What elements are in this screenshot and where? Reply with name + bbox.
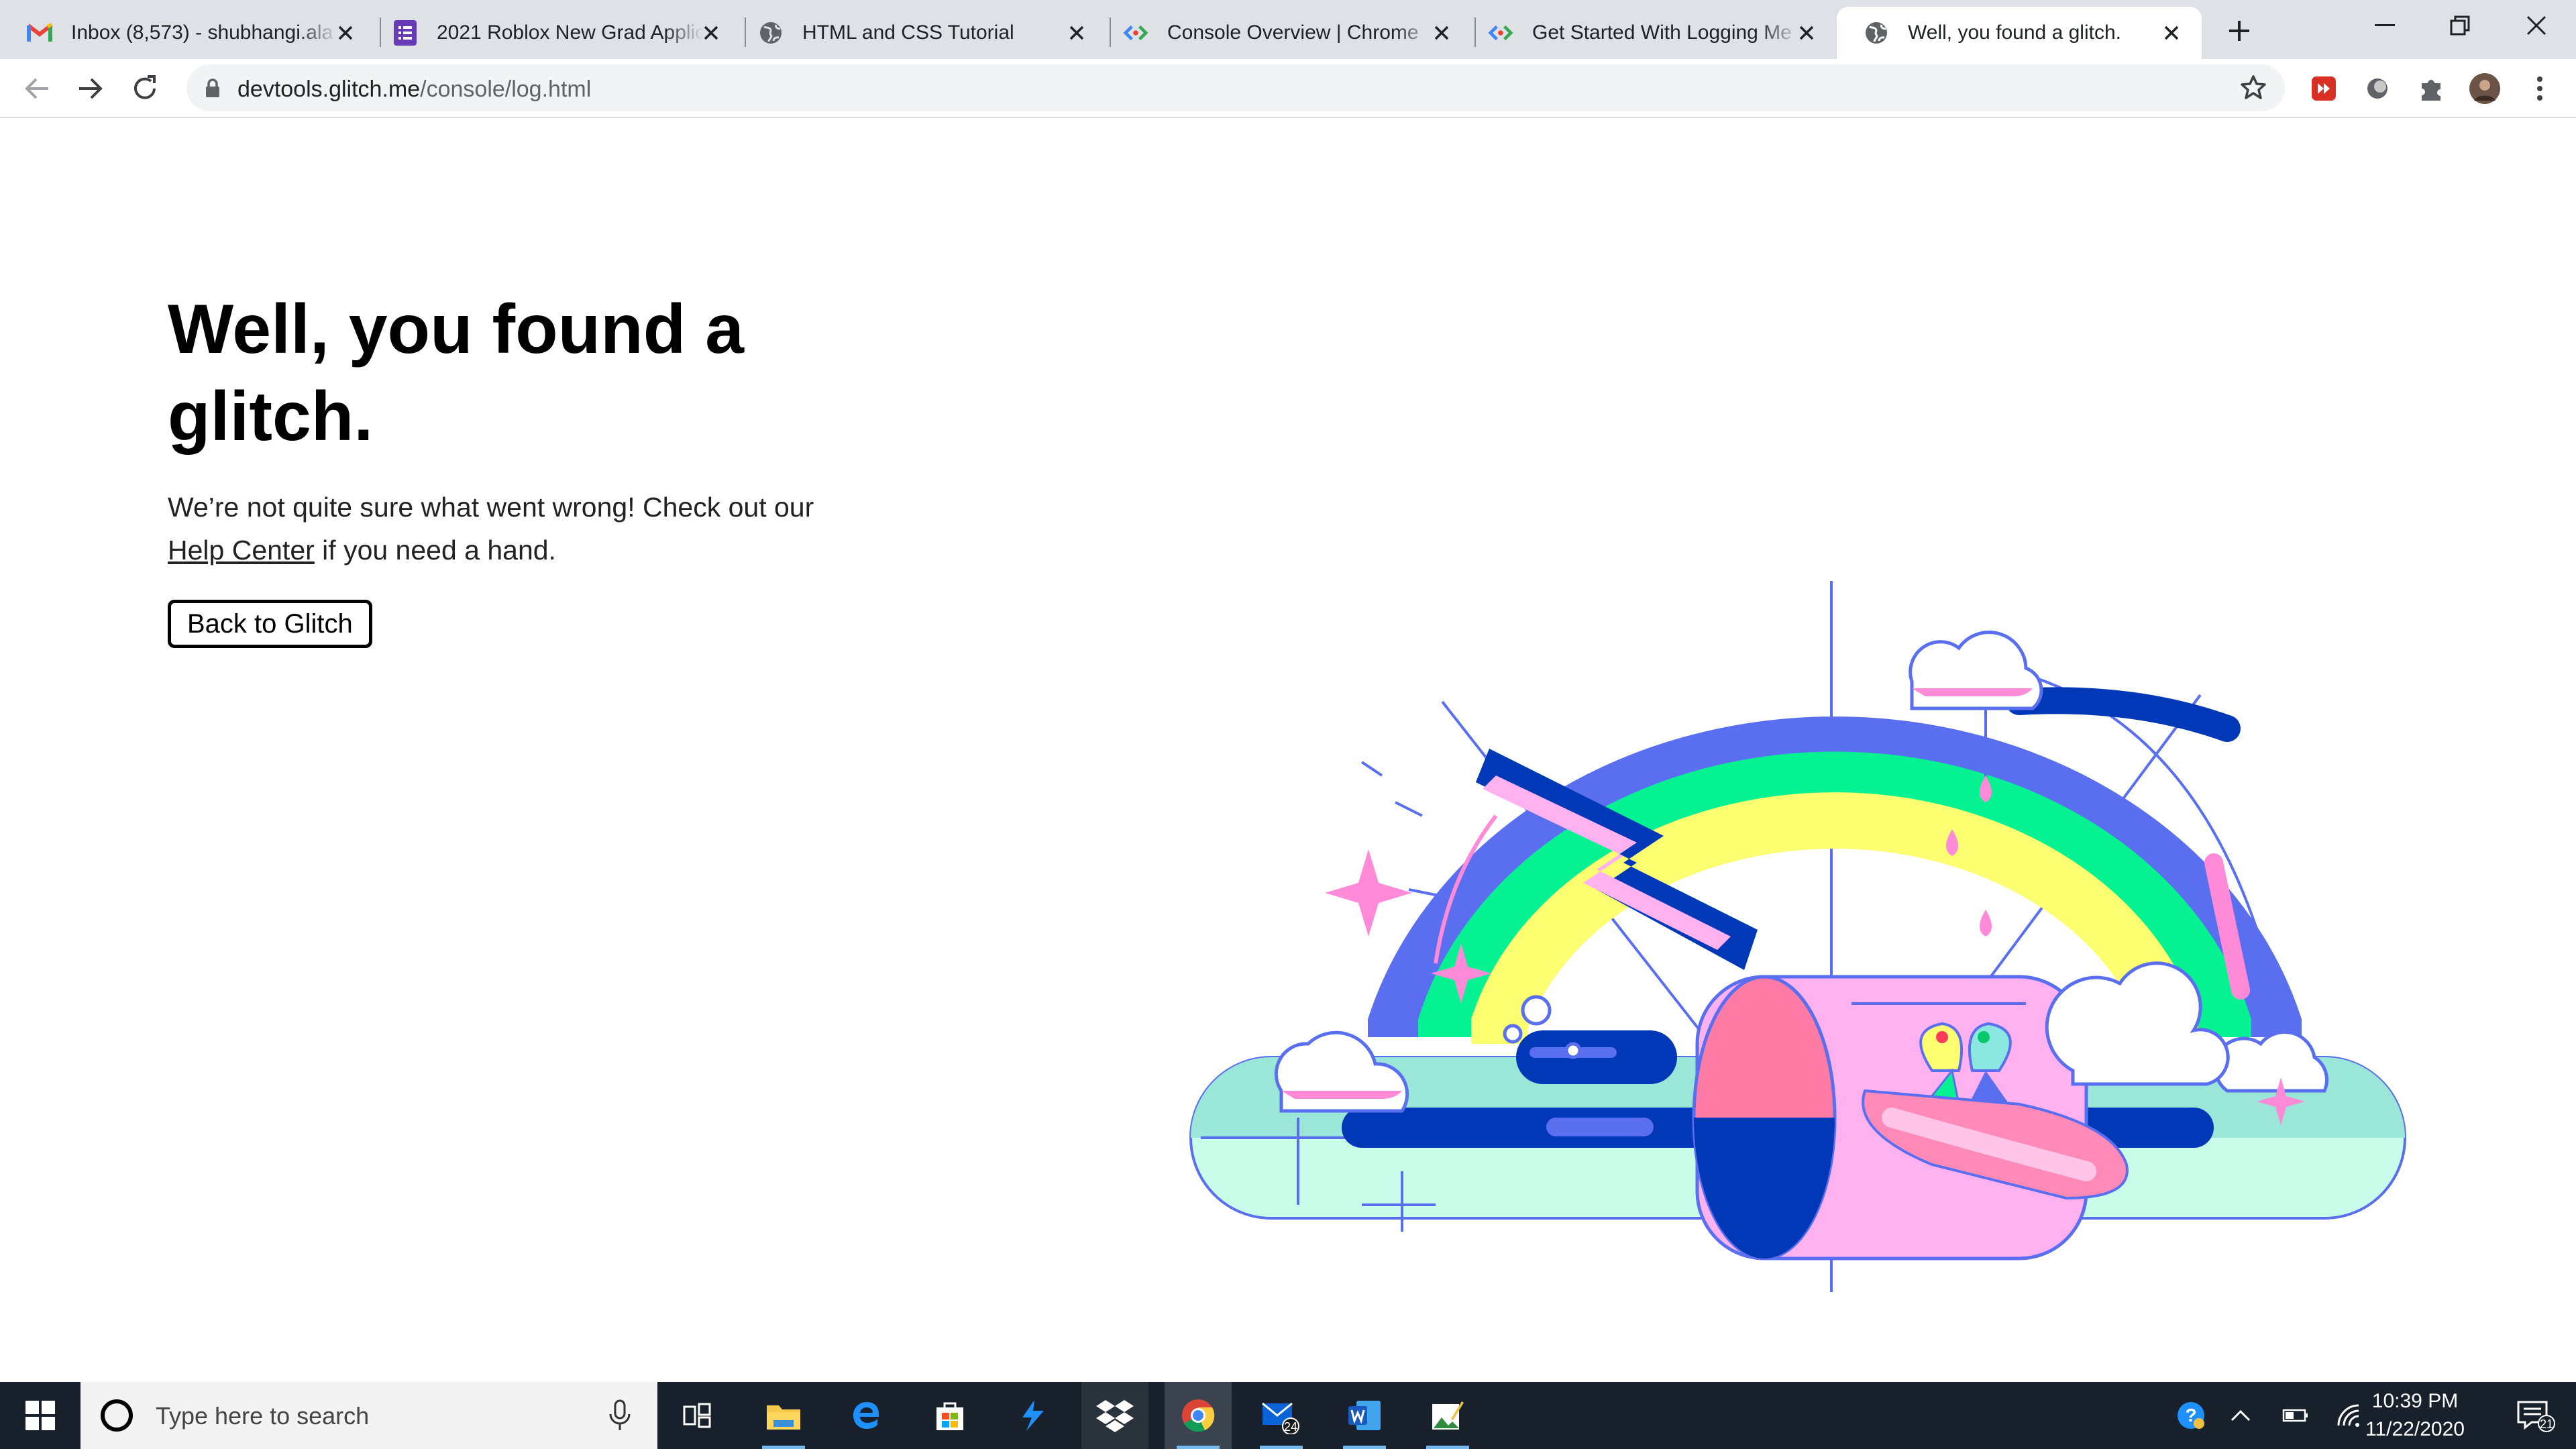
- restore-button[interactable]: [2423, 0, 2497, 51]
- help-center-link[interactable]: Help Center: [168, 535, 315, 566]
- help-icon[interactable]: ?: [2171, 1382, 2211, 1449]
- tab-title: Inbox (8,573) - shubhangi.ala: [71, 21, 333, 44]
- image-editor-icon[interactable]: [1414, 1382, 1481, 1449]
- page-content: Well, you found a glitch. We’re not quit…: [0, 118, 2576, 1382]
- back-arrow-icon[interactable]: [19, 71, 54, 106]
- error-message: We’re not quite sure what went wrong! Ch…: [168, 486, 839, 572]
- reload-icon[interactable]: [127, 71, 162, 106]
- clock-date: 11/22/2020: [2365, 1418, 2465, 1440]
- message-text: We’re not quite sure what went wrong! Ch…: [168, 492, 814, 523]
- chrome-icon[interactable]: [1165, 1382, 1232, 1449]
- taskbar-clock[interactable]: 10:39 PM 11/22/2020: [2361, 1387, 2469, 1444]
- tab-title: Well, you found a glitch.: [1908, 21, 2121, 44]
- media-extension-icon[interactable]: [2306, 71, 2341, 106]
- microphone-icon[interactable]: [606, 1399, 633, 1432]
- close-icon[interactable]: [333, 20, 358, 46]
- close-icon[interactable]: [1429, 20, 1454, 46]
- microsoft-store-icon[interactable]: [916, 1382, 983, 1449]
- active-app-indicator: [762, 1446, 805, 1449]
- tab-title: 2021 Roblox New Grad Applic: [437, 21, 704, 44]
- more-menu-icon[interactable]: [2522, 71, 2557, 106]
- close-icon[interactable]: [698, 20, 724, 46]
- url-path: /console/log.html: [420, 76, 592, 102]
- chevron-up-icon[interactable]: [2220, 1382, 2261, 1449]
- browser-toolbar: devtools.glitch.me/console/log.html: [0, 59, 2576, 118]
- url-host: devtools.glitch.me: [237, 76, 421, 102]
- globe-icon: [1864, 20, 1889, 46]
- notification-center-icon[interactable]: 21: [2502, 1382, 2569, 1449]
- devtools-icon: [1123, 20, 1148, 46]
- close-icon[interactable]: [1794, 20, 1819, 46]
- tab-title: Get Started With Logging Me: [1532, 21, 1792, 44]
- tab-logging-messages[interactable]: Get Started With Logging Me: [1461, 7, 1837, 59]
- battery-icon[interactable]: [2275, 1382, 2316, 1449]
- tab-gmail[interactable]: Inbox (8,573) - shubhangi.ala: [0, 7, 376, 59]
- search-placeholder: Type here to search: [156, 1402, 370, 1430]
- profile-avatar[interactable]: [2467, 71, 2502, 106]
- tab-html-css-tutorial[interactable]: HTML and CSS Tutorial: [731, 7, 1107, 59]
- dropbox-icon[interactable]: [1081, 1382, 1148, 1449]
- active-app-indicator: [1343, 1446, 1386, 1449]
- browser-tab-strip: Inbox (8,573) - shubhangi.ala 2021 Roblo…: [0, 0, 2576, 59]
- active-app-indicator: [1426, 1446, 1469, 1449]
- extensions-puzzle-icon[interactable]: [2414, 71, 2449, 106]
- windows-start-icon[interactable]: [0, 1382, 80, 1449]
- notification-badge: 21: [2540, 1417, 2553, 1431]
- active-app-indicator: [1177, 1446, 1220, 1449]
- close-window-button[interactable]: [2500, 0, 2573, 51]
- visual-studio-icon[interactable]: [1000, 1382, 1067, 1449]
- globe-icon: [758, 20, 784, 46]
- active-app-indicator: [1260, 1446, 1303, 1449]
- close-icon[interactable]: [1064, 20, 1089, 46]
- windows-taskbar: Type here to search 24 ? 10:39 PM 11/22/…: [0, 1382, 2576, 1449]
- mail-icon[interactable]: 24: [1248, 1382, 1315, 1449]
- task-view-icon[interactable]: [671, 1382, 724, 1449]
- minimize-button[interactable]: [2348, 0, 2422, 51]
- address-bar[interactable]: devtools.glitch.me/console/log.html: [186, 64, 2285, 111]
- forward-arrow-icon[interactable]: [74, 71, 109, 106]
- mail-badge: 24: [1284, 1420, 1297, 1434]
- new-tab-button[interactable]: [2222, 13, 2257, 48]
- tab-title: Console Overview | Chrome: [1167, 21, 1419, 44]
- bookmark-star-icon[interactable]: [2239, 74, 2267, 102]
- cortana-icon: [101, 1399, 133, 1432]
- taskbar-search-box[interactable]: Type here to search: [80, 1382, 657, 1449]
- back-to-glitch-button[interactable]: Back to Glitch: [168, 600, 372, 648]
- glitch-illustration: [1189, 581, 2406, 1292]
- address-url: devtools.glitch.me/console/log.html: [237, 76, 591, 103]
- file-explorer-icon[interactable]: [750, 1382, 817, 1449]
- word-icon[interactable]: [1331, 1382, 1398, 1449]
- message-text: if you need a hand.: [314, 535, 556, 566]
- clock-time: 10:39 PM: [2371, 1390, 2459, 1412]
- forms-icon: [392, 20, 418, 46]
- tab-glitch-error[interactable]: Well, you found a glitch.: [1837, 7, 2202, 59]
- gmail-icon: [27, 20, 52, 46]
- devtools-icon: [1488, 20, 1513, 46]
- close-icon[interactable]: [2159, 20, 2184, 46]
- edge-icon[interactable]: [833, 1382, 900, 1449]
- extension-circle-icon[interactable]: [2360, 71, 2395, 106]
- tab-console-overview[interactable]: Console Overview | Chrome: [1096, 7, 1472, 59]
- tab-roblox-application[interactable]: 2021 Roblox New Grad Applic: [366, 7, 741, 59]
- page-heading: Well, you found a glitch.: [168, 290, 744, 455]
- tab-title: HTML and CSS Tutorial: [802, 21, 1014, 44]
- lock-icon: [203, 78, 223, 98]
